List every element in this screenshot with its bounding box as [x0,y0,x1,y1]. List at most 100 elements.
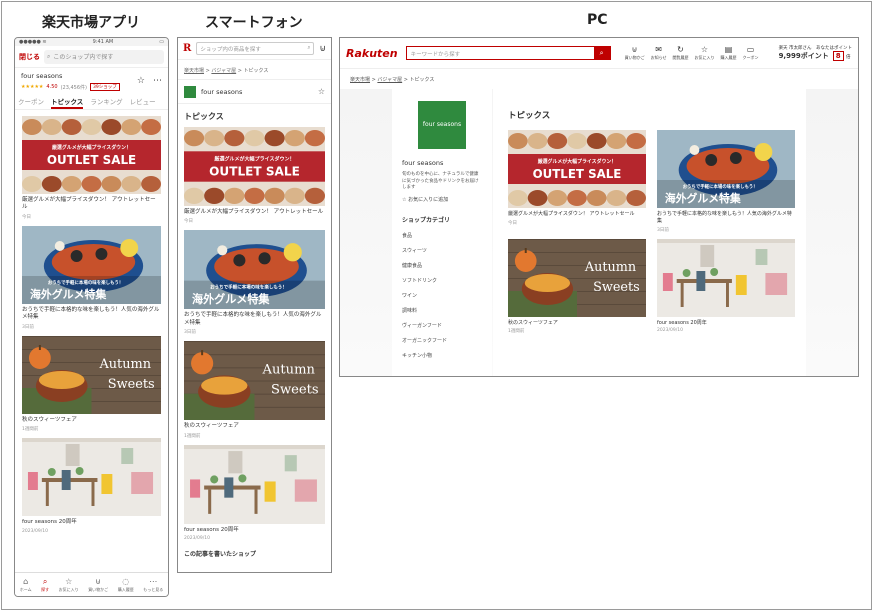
article-card[interactable]: four seasons 20周年 2023/09/10 [184,444,325,541]
article-image[interactable]: おうちで手軽に本場の味を楽しもう！ 海外グルメ特集 [184,230,325,310]
shop-logo[interactable] [184,85,196,98]
breadcrumb-item[interactable]: バジャマ屋 [211,68,236,74]
search-icon[interactable]: ⌕ [307,45,310,52]
cart-icon[interactable]: ⊍ [319,44,326,54]
search-placeholder: このショップ内で探す [53,54,114,61]
review-count[interactable]: (23,456件) [61,84,87,91]
article-image[interactable] [657,238,795,317]
tabbar-home[interactable]: ⌂ ホーム [20,577,32,593]
article-title[interactable]: 厳選グルメが大幅プライスダウン！ アウトレットセール [184,209,325,216]
tabbar-history[interactable]: ◌ 購入履歴 [118,577,134,593]
shop-name[interactable]: four seasons [402,159,482,167]
article-image[interactable]: Autumn Sweets [184,341,325,421]
category-item[interactable]: ヴィーガンフード [402,322,482,329]
article-image[interactable]: 厳選グルメが大幅プライスダウン！ OUTLET SALE [508,130,646,208]
nav-label: お知らせ [650,55,667,60]
shop-name[interactable]: four seasons [201,88,242,96]
article-card[interactable]: おうちで手軽に本場の味を楽しもう！ 海外グルメ特集 おうちで手軽に本格的な味を楽し… [22,225,161,330]
article-title[interactable]: four seasons 20周年 [184,527,325,534]
tab-coupon[interactable]: クーポン [18,96,44,109]
article-date: 3日前 [22,324,34,330]
more-icon[interactable]: ⋯ [153,76,162,86]
close-button[interactable]: 閉じる [19,52,40,62]
article-title[interactable]: おうちで手軽に本格的な味を楽しもう！人気の海外グルメ特集 [22,307,161,322]
tab-review[interactable]: レビュー [130,96,156,109]
article-title[interactable]: 秋のスウィーツフェア [508,320,646,327]
article-title[interactable]: 秋のスウィーツフェア [22,417,161,424]
article-image[interactable]: おうちで手軽に本場の味を楽しもう！ 海外グルメ特集 [22,225,161,304]
search-input[interactable]: ショップ内の商品を探す ⌕ [196,42,315,55]
search-input[interactable]: キーワードから探す ⌕ [405,46,611,60]
tabbar-more[interactable]: ⋯ もっと見る [143,577,163,593]
article-image[interactable] [184,444,325,524]
tabbar-search[interactable]: ⌕ 探す [41,577,49,593]
section-title: トピックス [184,112,224,121]
article-card[interactable]: 厳選グルメが大幅プライスダウン！ OUTLET SALE 厳選グルメが大幅プライス… [508,130,646,233]
search-input[interactable]: ⌕ このショップ内で探す [44,49,164,64]
breadcrumb-item[interactable]: バジャマ屋 [377,77,402,83]
article-card[interactable]: おうちで手軽に本場の味を楽しもう！ 海外グルメ特集 おうちで手軽に本格的な味を楽し… [657,130,795,233]
article-card[interactable]: Autumn Sweets 秋のスウィーツフェア 1週間前 [184,341,325,439]
nav-purchases[interactable]: ▤ 購入履歴 [721,45,737,61]
article-date: 3日前 [657,227,669,233]
tab-ranking[interactable]: ランキング [90,96,122,109]
article-title[interactable]: おうちで手軽に本格的な味を楽しもう！人気の海外グルメ特集 [184,312,325,327]
tabbar-cart[interactable]: ⊍ 買い物かご [88,577,108,593]
search-button[interactable]: ⌕ [593,47,610,59]
rakuten-logo[interactable]: R [183,43,191,54]
breadcrumb-item[interactable]: 楽天市場 [350,77,370,83]
rakuten-logo[interactable]: Rakuten [346,47,398,60]
category-item[interactable]: キッチン小物 [402,352,482,359]
article-image[interactable]: おうちで手軽に本場の味を楽しもう！ 海外グルメ特集 [657,130,795,208]
article-date: 1週間前 [508,329,525,335]
article-card[interactable]: おうちで手軽に本場の味を楽しもう！ 海外グルメ特集 おうちで手軽に本格的な味を楽し… [184,230,325,335]
article-title[interactable]: 厳選グルメが大幅プライスダウン！ アウトレットセール [22,197,161,212]
category-item[interactable]: 調味料 [402,307,482,314]
category-item[interactable]: 健康食品 [402,262,482,269]
nav-coupon[interactable]: ▭ クーポン [743,45,759,61]
article-image[interactable]: 厳選グルメが大幅プライスダウン！ OUTLET SALE [22,116,161,194]
favorite-star-icon[interactable]: ☆ [137,76,145,86]
article-title[interactable]: four seasons 20周年 [657,320,795,327]
article-image[interactable]: 厳選グルメが大幅プライスダウン！ OUTLET SALE [184,127,325,206]
category-item[interactable]: オーガニックフード [402,337,482,344]
article-feed: 厳選グルメが大幅プライスダウン！ OUTLET SALE 厳選グルメが大幅プライス… [15,110,168,546]
article-card[interactable]: 厳選グルメが大幅プライスダウン！ OUTLET SALE 厳選グルメが大幅プライス… [22,116,161,220]
breadcrumb: 楽天市場 > バジャマ屋 > トピックス [340,68,858,88]
nav-history[interactable]: ↻ 閲覧履歴 [673,45,689,61]
article-date: 2023/09/10 [22,528,48,534]
category-item[interactable]: スウィーツ [402,247,482,254]
add-favorite-button[interactable]: ☆ お気に入りに追加 [402,196,482,203]
nav-notifications[interactable]: ✉ お知らせ [651,45,667,61]
article-card[interactable]: Autumn Sweets 秋のスウィーツフェア 1週間前 [22,335,161,432]
article-card[interactable]: Autumn Sweets 秋のスウィーツフェア 1週間前 [508,238,646,335]
banner-subtitle: おうちで手軽に本場の味を楽しもう！ [683,183,758,190]
tab-topics[interactable]: トピックス [51,96,84,109]
article-card[interactable]: four seasons 20周年 2023/09/10 [22,438,161,534]
favorite-star-icon[interactable]: ☆ [318,87,325,96]
user-box[interactable]: 楽天 市太郎さん あなたはポイント 9,999ポイント 8 倍 [779,45,852,61]
article-title[interactable]: 秋のスウィーツフェア [184,423,325,430]
tabbar-label: 購入履歴 [117,586,134,592]
nav-cart[interactable]: ⊍ 買い物かご [625,45,645,61]
article-image[interactable] [22,438,161,517]
article-title[interactable]: おうちで手軽に本格的な味を楽しもう！人気の海外グルメ特集 [657,211,795,225]
tabbar-favorites[interactable]: ☆ お気に入り [59,577,79,593]
rank-unit: 倍 [846,55,851,60]
pc-mockup: Rakuten キーワードから探す ⌕ ⊍ 買い物かご ✉ お知らせ ↻ 閲覧履歴 ☆… [339,37,859,377]
article-image[interactable]: Autumn Sweets [508,238,646,317]
shop-badge: 39ショップ [89,83,120,91]
article-card[interactable]: 厳選グルメが大幅プライスダウン！ OUTLET SALE 厳選グルメが大幅プライス… [184,127,325,224]
article-date: 2023/09/10 [657,328,683,334]
article-card[interactable]: four seasons 20周年 2023/09/10 [657,238,795,335]
article-title[interactable]: 厳選グルメが大幅プライスダウン！ アウトレットセール [508,211,646,218]
article-image[interactable]: Autumn Sweets [22,335,161,414]
nav-favorites[interactable]: ☆ お気に入り [695,45,715,61]
article-title[interactable]: four seasons 20周年 [22,519,161,526]
breadcrumb-item[interactable]: 楽天市場 [184,68,204,74]
category-item[interactable]: ソフトドリンク [402,277,482,284]
shop-logo[interactable]: four seasons [418,101,466,149]
category-item[interactable]: ワイン [402,292,482,299]
banner-title: OUTLET SALE [533,167,622,181]
category-item[interactable]: 食品 [402,232,482,239]
